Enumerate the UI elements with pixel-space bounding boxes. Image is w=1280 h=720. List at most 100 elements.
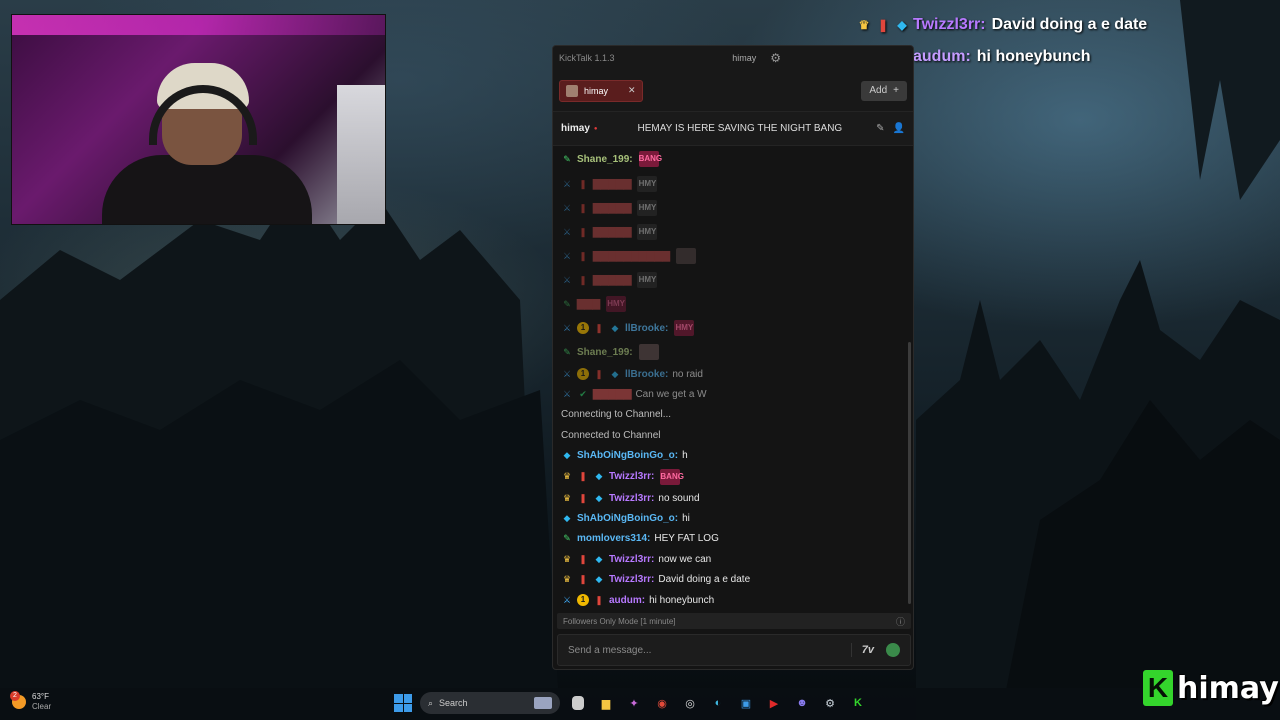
message-text: no sound (658, 492, 700, 504)
username[interactable]: Twizzl3rr: (609, 471, 654, 482)
copilot-icon[interactable]: ✦ (624, 693, 644, 713)
seventv-emote-icon[interactable]: 7v (862, 644, 874, 656)
username[interactable]: llBrooke: (625, 323, 668, 334)
verified-icon: ✎ (563, 346, 571, 357)
channel-info-bar: himay ● HEMAY IS HERE SAVING THE NIGHT B… (553, 112, 913, 146)
steam-icon[interactable]: ⚙ (820, 693, 840, 713)
username[interactable]: Twizzl3rr: (609, 574, 654, 585)
weather-desc: Clear (32, 701, 52, 711)
wall (337, 85, 385, 224)
weather-widget[interactable]: 2 63°F Clear (10, 690, 52, 711)
chat-message-deleted: ⚔ ❚ ▇▇▇▇▇ HMY (561, 268, 909, 292)
weather-icon: 2 (10, 690, 26, 709)
gift-icon: ◆ (595, 553, 603, 564)
account-name[interactable]: himay (732, 53, 756, 63)
sub-badge-icon: ❚ (579, 492, 587, 503)
chat-scrollbar[interactable] (908, 342, 911, 604)
chat-input[interactable] (568, 644, 851, 656)
youtube-icon[interactable]: ▶ (764, 693, 784, 713)
edge-icon[interactable]: ◐ (708, 693, 728, 713)
sword-icon: ⚔ (562, 322, 572, 333)
username[interactable]: Twizzl3rr: (609, 493, 654, 504)
username[interactable]: ShAbOiNgBoinGo_o: (577, 450, 678, 461)
sword-icon: ⚔ (562, 202, 572, 213)
username[interactable]: momlovers314: (577, 533, 650, 544)
gift-icon: ◆ (563, 513, 571, 524)
username[interactable]: llBrooke: (625, 369, 668, 380)
store-icon[interactable]: ▣ (736, 693, 756, 713)
sub-badge-icon: ❚ (595, 594, 603, 605)
app-icon[interactable]: ◎ (680, 693, 700, 713)
close-icon[interactable]: ✕ (628, 85, 636, 96)
sword-icon: ⚔ (562, 594, 572, 605)
info-icon[interactable]: ⓘ (896, 615, 905, 628)
username[interactable]: audum: (609, 595, 645, 606)
username-redacted: ▇▇▇▇▇▇▇▇▇▇ (593, 250, 670, 262)
chat-message-deleted: ⚔ ❚ ▇▇▇▇▇ HMY (561, 196, 909, 220)
emote-hmy: HMY (637, 224, 658, 240)
task-view-icon[interactable] (572, 696, 584, 710)
emote-picker-icon[interactable] (886, 643, 900, 657)
verified-icon: ✎ (563, 533, 571, 544)
emote-hmy: HMY (674, 320, 695, 336)
crown-icon: ♛ (562, 553, 572, 564)
message-text: David doing a e date (658, 574, 751, 586)
message-text: HEY FAT LOG (654, 533, 719, 545)
overlay-message: hi honeybunch (976, 48, 1091, 65)
emote-hmy: HMY (637, 272, 658, 288)
emote-hmy: HMY (606, 296, 627, 312)
kick-logo-icon: K (1143, 670, 1173, 706)
stream-title: HEMAY IS HERE SAVING THE NIGHT BANG (637, 123, 843, 134)
tab-himay[interactable]: himay ✕ (559, 79, 643, 102)
username-redacted: ▇▇▇▇▇ (593, 178, 632, 190)
chat-message: ⚔ 1 ❚ audum: hi honeybunch (561, 590, 909, 608)
chat-message-deleted: ⚔ ❚ ▇▇▇▇▇ HMY (561, 172, 909, 196)
pencil-icon[interactable]: ✎ (876, 123, 884, 134)
channel-name: himay (561, 123, 590, 134)
message-text: no raid (672, 368, 703, 380)
sword-icon: ⚔ (562, 368, 572, 379)
username-redacted: ▇▇▇▇▇ (593, 226, 632, 238)
username[interactable]: ShAbOiNgBoinGo_o: (577, 513, 678, 524)
file-explorer-icon[interactable]: ▆ (596, 693, 616, 713)
emote-photo (675, 248, 696, 264)
chrome-icon[interactable]: ◉ (652, 693, 672, 713)
taskbar-search[interactable]: ⌕ Search (420, 692, 560, 714)
emote-bang: BANG (638, 151, 662, 167)
channel-tabs: himay ✕ Add + (553, 70, 913, 112)
titlebar: KickTalk 1.1.3 himay ⚙ (553, 46, 913, 70)
username[interactable]: Shane_199: (577, 347, 633, 358)
sub-badge-icon: ❚ (579, 226, 587, 237)
gear-icon[interactable]: ⚙ (770, 51, 781, 65)
gift-icon: ◆ (611, 368, 619, 379)
gift-icon: ◆ (595, 471, 603, 482)
mod-check-icon: ✔ (579, 389, 587, 400)
kicktalk-window: KickTalk 1.1.3 himay ⚙ himay ✕ Add + him… (552, 45, 914, 670)
chat-message: ◆ ShAbOiNgBoinGo_o: hi (561, 508, 909, 528)
sword-icon: ⚔ (562, 226, 572, 237)
add-channel-button[interactable]: Add + (861, 80, 907, 101)
kick-icon[interactable]: K (848, 693, 868, 713)
gift-icon: ◆ (595, 574, 603, 585)
gift-icon: ◆ (897, 18, 907, 32)
message-text: h (682, 450, 688, 462)
username[interactable]: Twizzl3rr: (609, 554, 654, 565)
chat-message: ♛ ❚ ◆ Twizzl3rr: David doing a e date (561, 570, 909, 590)
live-dot-icon: ● (593, 125, 598, 132)
sub-badge-icon: ❚ (579, 471, 587, 482)
emote-hmy: HMY (637, 176, 658, 192)
chat-message: ⚔ ✔ ▇▇▇▇▇ Can we get a W (561, 384, 909, 404)
logo-text: himay (1177, 670, 1279, 706)
one-badge-icon: 1 (577, 322, 589, 334)
user-icon[interactable]: 👤 (893, 123, 905, 134)
windows-start-icon[interactable] (394, 694, 412, 712)
username[interactable]: Shane_199: (577, 154, 633, 165)
message-text: hi (682, 513, 690, 525)
chat-message-deleted: ⚔ ❚ ▇▇▇▇▇▇▇▇▇▇ (561, 244, 909, 268)
taskbar: 2 63°F Clear ⌕ Search ▆ ✦ ◉ ◎ ◐ ▣ ▶ ☻ ⚙ … (0, 688, 1280, 720)
discord-icon[interactable]: ☻ (792, 693, 812, 713)
message-text: now we can (658, 553, 712, 565)
sub-badge-icon: ❚ (579, 250, 587, 261)
sub-badge-icon: ❚ (579, 553, 587, 564)
search-icon: ⌕ (428, 697, 434, 708)
